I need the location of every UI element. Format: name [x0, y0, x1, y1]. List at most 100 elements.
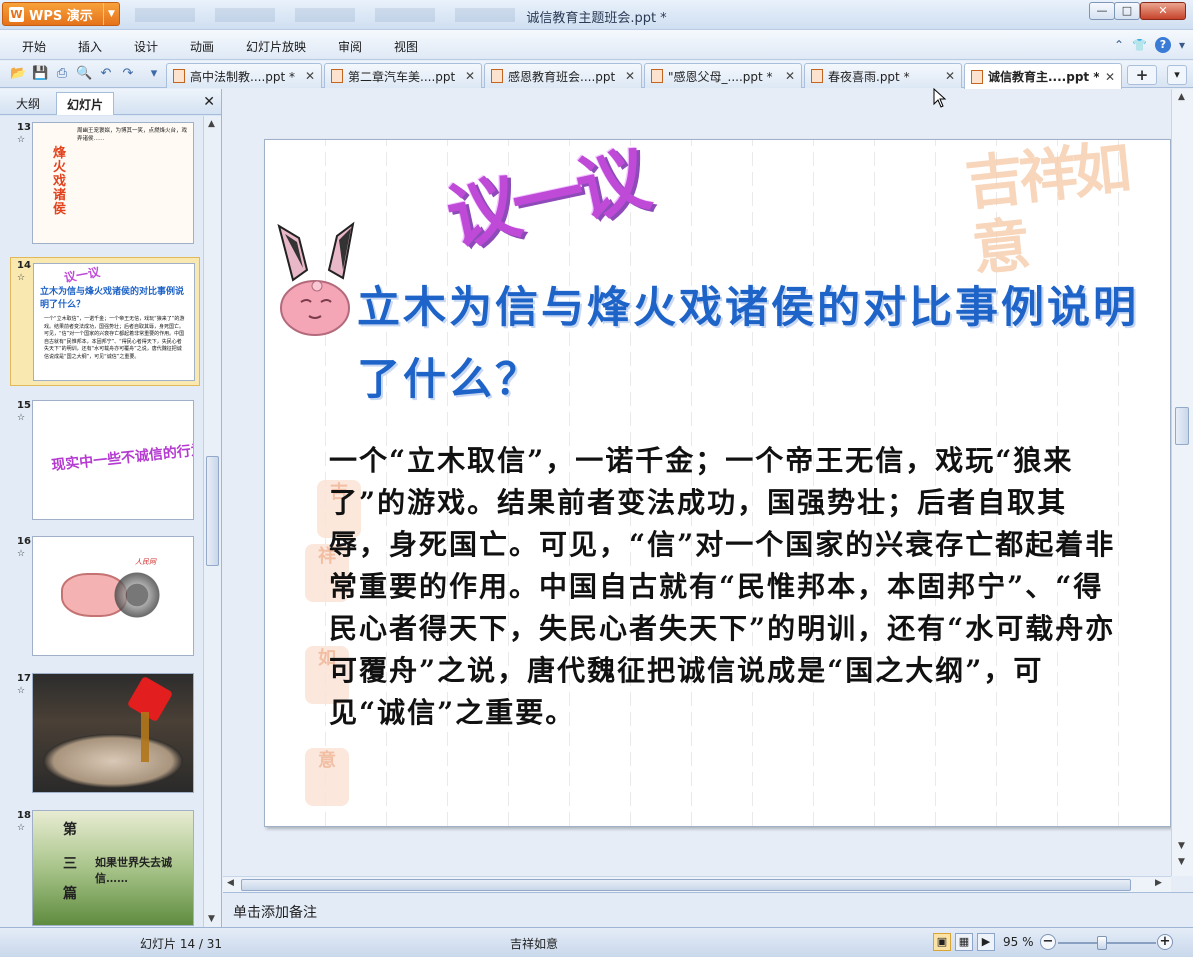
thumbnail-13[interactable]: 13 ☆ 烽火戏诸侯 周幽王宠褒姒，为博其一笑，点燃烽火台，戏弄诸侯…… [0, 120, 203, 246]
slide-sorter-view-icon[interactable]: ▦ [955, 933, 973, 951]
menu-animation[interactable]: 动画 [190, 38, 214, 55]
scroll-up-icon[interactable]: ▲ [208, 119, 215, 129]
thumbnail-title: 烽火戏诸侯 [53, 146, 67, 217]
scroll-thumb[interactable] [241, 879, 1131, 891]
scroll-right-icon[interactable]: ▶ [1155, 878, 1162, 888]
customize-dropdown-icon[interactable]: ▾ [146, 66, 162, 82]
thumbnail-number: 17 [17, 673, 31, 684]
slide-counter: 幻灯片 14 / 31 [140, 937, 223, 951]
zoom-out-icon[interactable]: − [1040, 934, 1056, 950]
close-tab-icon[interactable]: ✕ [945, 69, 955, 83]
tab-slides[interactable]: 幻灯片 [56, 92, 115, 115]
thumbnail-14-selected[interactable]: 14 ☆ 议一议 立木为信与烽火戏诸侯的对比事例说明了什么？ 一个“立木取信”，… [10, 257, 200, 386]
thumbnail-image: 议一议 立木为信与烽火戏诸侯的对比事例说明了什么？ 一个“立木取信”，一诺千金；… [33, 263, 195, 381]
menu-insert[interactable]: 插入 [78, 38, 102, 55]
mouse-cursor-icon [933, 88, 947, 108]
animation-star-icon: ☆ [17, 413, 26, 423]
menu-bar: 开始 插入 设计 动画 幻灯片放映 审阅 视图 ⌃ 👕 ? ▾ [0, 30, 1193, 60]
close-tab-icon[interactable]: ✕ [625, 69, 635, 83]
menu-view[interactable]: 视图 [394, 38, 418, 55]
tab-outline[interactable]: 大纲 [6, 92, 50, 115]
maximize-button[interactable]: □ [1114, 2, 1140, 20]
zoom-in-icon[interactable]: + [1157, 934, 1173, 950]
slide-workarea: 吉祥如意 吉 祥 如 意 议一议 立木为信与烽火戏诸侯的对比事例说明了什么？ 一… [223, 89, 1171, 876]
close-window-button[interactable]: ✕ [1140, 2, 1186, 20]
scroll-up-icon[interactable]: ▲ [1178, 92, 1185, 102]
open-folder-icon[interactable]: 📂 [10, 66, 26, 82]
ppt-file-icon [173, 69, 185, 83]
thumbnail-image: 人民网 [32, 536, 194, 656]
slide-vertical-scrollbar[interactable]: ▲ ▼ ▼ [1171, 89, 1193, 876]
thumbnail-image: 烽火戏诸侯 周幽王宠褒姒，为博其一笑，点燃烽火台，戏弄诸侯…… [32, 122, 194, 244]
scroll-thumb[interactable] [206, 456, 219, 566]
thumbnail-16[interactable]: 16 ☆ 人民网 [0, 534, 203, 660]
theme-name: 吉祥如意 [510, 937, 559, 951]
menu-home[interactable]: 开始 [22, 38, 46, 55]
slideshow-view-icon[interactable]: ▶ [977, 933, 995, 951]
thumbnail-image: 第 三 篇 如果世界失去诚信…… [32, 810, 194, 926]
close-tab-icon[interactable]: ✕ [1105, 70, 1115, 84]
scroll-thumb[interactable] [1175, 407, 1189, 445]
thumbnail-image: 现实中一些不诚信的行为 [32, 400, 194, 520]
thumbnail-title: 现实中一些不诚信的行为 [50, 441, 194, 474]
close-tab-icon[interactable]: ✕ [465, 69, 475, 83]
new-tab-button[interactable]: + [1127, 65, 1157, 85]
undo-icon[interactable]: ↶ [98, 66, 114, 82]
thumbnail-15[interactable]: 15 ☆ 现实中一些不诚信的行为 [0, 398, 203, 524]
tab-list-dropdown-icon[interactable]: ▾ [1167, 65, 1187, 85]
chevron-down-icon[interactable]: ▾ [1179, 38, 1185, 52]
normal-view-icon[interactable]: ▣ [933, 933, 951, 951]
scroll-down-icon[interactable]: ▼ [1178, 841, 1185, 851]
menu-slideshow[interactable]: 幻灯片放映 [246, 38, 306, 55]
slide-canvas[interactable]: 吉祥如意 吉 祥 如 意 议一议 立木为信与烽火戏诸侯的对比事例说明了什么？ 一… [264, 139, 1171, 827]
print-icon[interactable]: ⎙ [54, 66, 70, 82]
redo-icon[interactable]: ↷ [120, 66, 136, 82]
thumbnail-18[interactable]: 18 ☆ 第 三 篇 如果世界失去诚信…… [0, 808, 203, 927]
scroll-left-icon[interactable]: ◀ [227, 878, 234, 888]
thumbnail-number: 15 [17, 400, 31, 411]
doc-tab-5[interactable]: 春夜喜雨.ppt * ✕ [804, 63, 962, 88]
thumbnail-text: 如果世界失去诚信…… [95, 856, 172, 885]
thumbnail-label: 篇 [63, 886, 77, 902]
thumbnail-question: 立木为信与烽火戏诸侯的对比事例说明了什么？ [40, 287, 185, 310]
save-icon[interactable]: 💾 [32, 66, 48, 82]
slide-horizontal-scrollbar[interactable]: ◀ ▶ [223, 876, 1171, 892]
menu-review[interactable]: 审阅 [338, 38, 362, 55]
doc-tab-label: "感恩父母_....ppt * [668, 69, 773, 84]
thumbnail-17[interactable]: 17 ☆ [0, 671, 203, 797]
ppt-file-icon [331, 69, 343, 83]
thumbnail-scrollbar[interactable]: ▲ ▼ [203, 116, 221, 927]
doc-tab-label: 第二章汽车美....ppt * [348, 69, 459, 84]
notes-pane[interactable]: 单击添加备注 [223, 892, 1193, 927]
prev-slide-icon[interactable]: ▼ [1178, 857, 1185, 867]
doc-tab-6-active[interactable]: 诚信教育主....ppt * ✕ [964, 63, 1122, 89]
doc-tab-4[interactable]: "感恩父母_....ppt * ✕ [644, 63, 802, 88]
red-bucket-photo [126, 675, 174, 723]
ppt-file-icon [811, 69, 823, 83]
scroll-down-icon[interactable]: ▼ [208, 914, 215, 924]
thumbnail-list: 13 ☆ 烽火戏诸侯 周幽王宠褒姒，为博其一笑，点燃烽火台，戏弄诸侯…… 14 … [0, 116, 203, 927]
close-tab-icon[interactable]: ✕ [785, 69, 795, 83]
print-preview-icon[interactable]: 🔍 [76, 66, 92, 82]
doc-tab-1[interactable]: 高中法制教....ppt * ✕ [166, 63, 322, 88]
close-panel-icon[interactable]: ✕ [203, 94, 215, 110]
small-seal-stamp: 意 [305, 748, 349, 806]
skin-icon[interactable]: 👕 [1132, 38, 1147, 52]
help-icon[interactable]: ? [1154, 37, 1171, 53]
window-title: 诚信教育主题班会.ppt * [526, 11, 667, 26]
thumbnail-number: 14 [17, 260, 31, 271]
thumbnail-text: 周幽王宠褒姒，为博其一笑，点燃烽火台，戏弄诸侯…… [77, 128, 188, 143]
close-tab-icon[interactable]: ✕ [305, 69, 315, 83]
thumbnail-image [32, 673, 194, 793]
slide-body-text: 一个“立木取信”，一诺千金；一个帝王无信，戏玩“狼来了”的游戏。结果前者变法成功… [329, 444, 1116, 729]
chevron-up-icon[interactable]: ⌃ [1114, 38, 1124, 52]
minimize-button[interactable]: — [1089, 2, 1115, 20]
doc-tab-2[interactable]: 第二章汽车美....ppt * ✕ [324, 63, 482, 88]
menu-design[interactable]: 设计 [134, 38, 158, 55]
zoom-slider-track[interactable] [1058, 942, 1156, 944]
doc-tab-label: 诚信教育主....ppt * [988, 70, 1099, 84]
doc-tab-3[interactable]: 感恩教育班会....ppt * ✕ [484, 63, 642, 88]
doc-tab-label: 高中法制教....ppt * [190, 69, 296, 84]
thumbnail-text: 一个“立木取信”，一诺千金；一个帝王无信，戏玩“狼来了”的游戏。结果前者变法成功… [44, 316, 185, 360]
zoom-slider-knob[interactable] [1097, 936, 1107, 950]
